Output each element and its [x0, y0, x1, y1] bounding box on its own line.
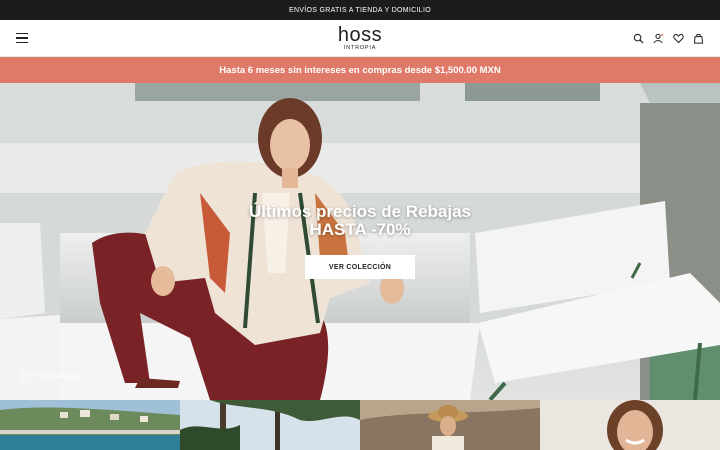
logo-subtitle: INTROPIA — [343, 45, 377, 51]
search-icon[interactable] — [633, 33, 644, 44]
coastal-town-photo[interactable] — [0, 400, 180, 450]
menu-icon[interactable] — [16, 33, 28, 43]
site-header: hoss INTROPIA — [0, 20, 720, 57]
shipping-announcement-bar: ENVÍOS GRATIS A TIENDA Y DOMICILIO — [0, 0, 720, 20]
view-conditions-label: Ver condiciones — [35, 372, 81, 380]
hero-title: Últimos precios de Rebajas HASTA -70% — [0, 203, 720, 239]
smiling-woman-photo[interactable] — [540, 400, 720, 450]
hero-title-line2: HASTA -70% — [309, 220, 411, 239]
bag-icon[interactable] — [693, 33, 704, 44]
hero-title-line1: Últimos precios de Rebajas — [248, 202, 472, 221]
straw-hat-model-photo[interactable] — [360, 400, 540, 450]
heart-icon[interactable] — [673, 33, 684, 44]
palm-trees-photo[interactable] — [180, 400, 360, 450]
category-tiles — [0, 400, 720, 450]
info-icon: i — [21, 371, 31, 381]
view-collection-button[interactable]: VER COLECCIÓN — [305, 255, 415, 279]
header-actions — [633, 33, 704, 44]
site-logo[interactable]: hoss INTROPIA — [338, 25, 382, 52]
logo-wordmark: hoss — [337, 24, 383, 46]
user-icon[interactable] — [653, 33, 664, 44]
hero-photo — [0, 83, 720, 400]
hero-banner[interactable]: Últimos precios de Rebajas HASTA -70% VE… — [0, 83, 720, 400]
shipping-announcement-text: ENVÍOS GRATIS A TIENDA Y DOMICILIO — [289, 6, 431, 14]
installments-promo-text: Hasta 6 meses sin intereses en compras d… — [219, 64, 501, 76]
view-conditions-link[interactable]: i Ver condiciones — [21, 371, 81, 381]
installments-promo-banner[interactable]: Hasta 6 meses sin intereses en compras d… — [0, 57, 720, 83]
